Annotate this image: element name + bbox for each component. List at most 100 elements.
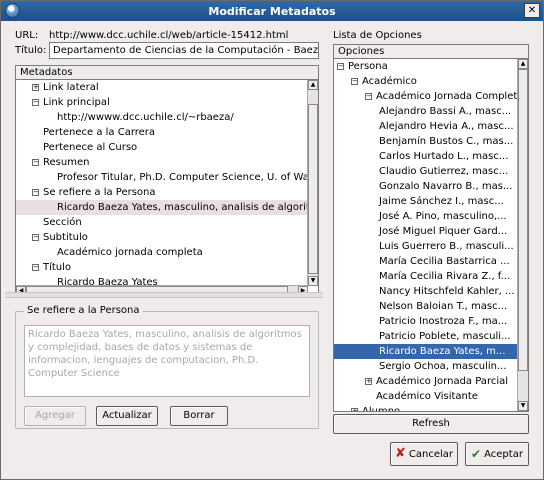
opciones-tree-item[interactable]: − Académico Jornada Completa (334, 89, 518, 104)
aceptar-button[interactable]: ✔ Aceptar (465, 442, 529, 466)
scroll-thumb[interactable] (308, 104, 318, 274)
metadatos-tree-item[interactable]: − Link principal (16, 95, 308, 110)
opciones-tree-item-label: Patricio Poblete, masculi... (379, 331, 511, 342)
metadatos-tree-item[interactable]: Pertenece al Curso (16, 140, 308, 155)
opciones-tree-item[interactable]: − Persona (334, 59, 518, 74)
scroll-down-arrow-icon[interactable]: ▼ (308, 276, 318, 286)
scroll-down-arrow-icon[interactable]: ▼ (518, 401, 528, 411)
opciones-tree-item[interactable]: Patricio Poblete, masculi... (334, 329, 518, 344)
collapse-icon[interactable]: − (32, 263, 39, 271)
metadatos-tree-item[interactable]: − Resumen (16, 155, 308, 170)
opciones-tree-item[interactable]: Luis Guerrero B., masculi... (334, 239, 518, 254)
opciones-tree-item[interactable]: Patricio Inostroza F., ma... (334, 314, 518, 329)
opciones-tree-item[interactable]: − Académico (334, 74, 518, 89)
opciones-tree-item-label: Patricio Inostroza F., ma... (379, 316, 508, 327)
metadatos-tree-item-label: Link lateral (43, 82, 99, 93)
opciones-tree-item-label: Alejandro Bassi A., masc... (379, 106, 512, 117)
titulo-label: Título: (15, 45, 47, 56)
opciones-tree-item-label: Persona (348, 61, 388, 72)
titulo-input[interactable]: Departamento de Ciencias de la Computaci… (49, 42, 319, 59)
cancelar-button[interactable]: ✘ Cancelar (390, 442, 458, 466)
modificar-metadatos-dialog: Modificar Metadatos ✕ URL: http://www.dc… (0, 0, 544, 480)
metadatos-header[interactable]: Metadatos (16, 66, 318, 80)
accept-check-icon: ✔ (471, 447, 482, 461)
opciones-tree-item-label: José Miguel Piquer Gard... (379, 226, 508, 237)
persona-textarea[interactable]: Ricardo Baeza Yates, masculino, analisis… (24, 325, 310, 397)
metadatos-tree: Metadatos + Link lateral − Link principal ht… (15, 65, 319, 297)
opciones-tree-item[interactable]: Jaime Sánchez I., masc... (334, 194, 518, 209)
opciones-tree-item[interactable]: Gonzalo Navarro B., mas... (334, 179, 518, 194)
metadatos-vertical-scrollbar[interactable]: ▲ ▼ (307, 80, 318, 286)
window-title: Modificar Metadatos (208, 4, 336, 18)
opciones-tree-item[interactable]: María Cecilia Bastarrica ... (334, 254, 518, 269)
opciones-tree-item[interactable]: Nelson Baloian T., masc... (334, 299, 518, 314)
opciones-tree-item[interactable]: Académico Visitante (334, 389, 518, 404)
opciones-tree-item-label: Nancy Hitschfeld Kahler, ... (379, 286, 515, 297)
collapse-icon[interactable]: − (32, 188, 39, 196)
metadatos-tree-item[interactable]: Académico jornada completa (16, 245, 308, 260)
opciones-tree-item-label: Luis Guerrero B., masculi... (379, 241, 514, 252)
url-label: URL: (15, 30, 39, 41)
opciones-tree: Opciones − Persona − Académico − Académico Jo… (333, 44, 529, 412)
expand-icon[interactable]: + (365, 377, 372, 385)
borrar-button[interactable]: Borrar (170, 406, 228, 426)
metadatos-tree-item[interactable]: Pertenece a la Carrera (16, 125, 308, 140)
expand-icon[interactable]: + (32, 83, 39, 91)
pane-splitter[interactable] (5, 292, 323, 298)
opciones-tree-item-label: Alumno (362, 406, 400, 411)
metadatos-tree-item[interactable]: − Título (16, 260, 308, 275)
opciones-tree-item[interactable]: Nancy Hitschfeld Kahler, ... (334, 284, 518, 299)
metadatos-tree-item[interactable]: + Link lateral (16, 80, 308, 95)
scroll-up-arrow-icon[interactable]: ▲ (308, 80, 318, 90)
metadatos-tree-item-label: Ricardo Baeza Yates, masculino, analisis… (57, 202, 308, 213)
collapse-icon[interactable]: − (32, 158, 39, 166)
opciones-tree-item-label: Académico Visitante (376, 391, 478, 402)
metadatos-tree-item[interactable]: Profesor Titular, Ph.D. Computer Science… (16, 170, 308, 185)
opciones-tree-item[interactable]: Alejandro Bassi A., masc... (334, 104, 518, 119)
metadatos-tree-item[interactable]: Sección (16, 215, 308, 230)
opciones-tree-item[interactable]: + Académico Jornada Parcial (334, 374, 518, 389)
opciones-tree-item[interactable]: Claudio Gutierrez, masc... (334, 164, 518, 179)
metadatos-rows: + Link lateral − Link principal http://wwww.… (16, 80, 308, 286)
opciones-tree-item[interactable]: María Cecilia Rivara Z., f... (334, 269, 518, 284)
collapse-icon[interactable]: − (32, 98, 39, 106)
metadatos-tree-item-label: Título (43, 262, 72, 273)
opciones-header[interactable]: Opciones (334, 45, 528, 59)
collapse-icon[interactable]: − (337, 62, 344, 70)
opciones-tree-item-label: María Cecilia Rivara Z., f... (379, 271, 511, 282)
scroll-thumb[interactable] (518, 69, 528, 371)
metadatos-tree-item[interactable]: − Subtitulo (16, 230, 308, 245)
collapse-icon[interactable]: − (32, 233, 39, 241)
metadatos-tree-item-label: Se refiere a la Persona (43, 187, 156, 198)
actualizar-button[interactable]: Actualizar (96, 406, 158, 426)
opciones-vertical-scrollbar[interactable]: ▲ ▼ (517, 59, 528, 411)
opciones-tree-item[interactable]: Ricardo Baeza Yates, m... (334, 344, 518, 359)
metadatos-tree-item-label: Subtitulo (43, 232, 88, 243)
close-window-button[interactable]: ✕ (524, 3, 540, 18)
title-bar[interactable]: Modificar Metadatos ✕ (1, 1, 543, 21)
collapse-icon[interactable]: − (351, 77, 358, 85)
agregar-button[interactable]: Agregar (24, 406, 86, 426)
opciones-tree-item-label: Claudio Gutierrez, masc... (379, 166, 509, 177)
opciones-tree-item-label: Carlos Hurtado L., masc... (379, 151, 509, 162)
opciones-tree-item-label: Benjamín Bustos C., mas... (379, 136, 514, 147)
persona-groupbox-legend: Se refiere a la Persona (24, 305, 143, 316)
expand-icon[interactable]: + (351, 407, 358, 411)
opciones-tree-item-label: María Cecilia Bastarrica ... (379, 256, 510, 267)
opciones-tree-item[interactable]: José A. Pino, masculino,... (334, 209, 518, 224)
opciones-tree-item-label: Gonzalo Navarro B., mas... (379, 181, 513, 192)
opciones-tree-item[interactable]: Benjamín Bustos C., mas... (334, 134, 518, 149)
refresh-button[interactable]: Refresh (333, 414, 529, 434)
metadatos-tree-item[interactable]: http://wwww.dcc.uchile.cl/~rbaeza/ (16, 110, 308, 125)
opciones-rows: − Persona − Académico − Académico Jornada Com… (334, 59, 518, 411)
opciones-tree-item[interactable]: + Alumno (334, 404, 518, 411)
opciones-tree-item[interactable]: Alejandro Hevia A., masc... (334, 119, 518, 134)
opciones-tree-item[interactable]: José Miguel Piquer Gard... (334, 224, 518, 239)
metadatos-tree-item[interactable]: − Se refiere a la Persona (16, 185, 308, 200)
opciones-tree-item[interactable]: Sergio Ochoa, masculin... (334, 359, 518, 374)
cancelar-label: Cancelar (408, 449, 454, 460)
collapse-icon[interactable]: − (365, 92, 372, 100)
scroll-up-arrow-icon[interactable]: ▲ (518, 59, 528, 69)
opciones-tree-item[interactable]: Carlos Hurtado L., masc... (334, 149, 518, 164)
metadatos-tree-item[interactable]: Ricardo Baeza Yates, masculino, analisis… (16, 200, 308, 215)
